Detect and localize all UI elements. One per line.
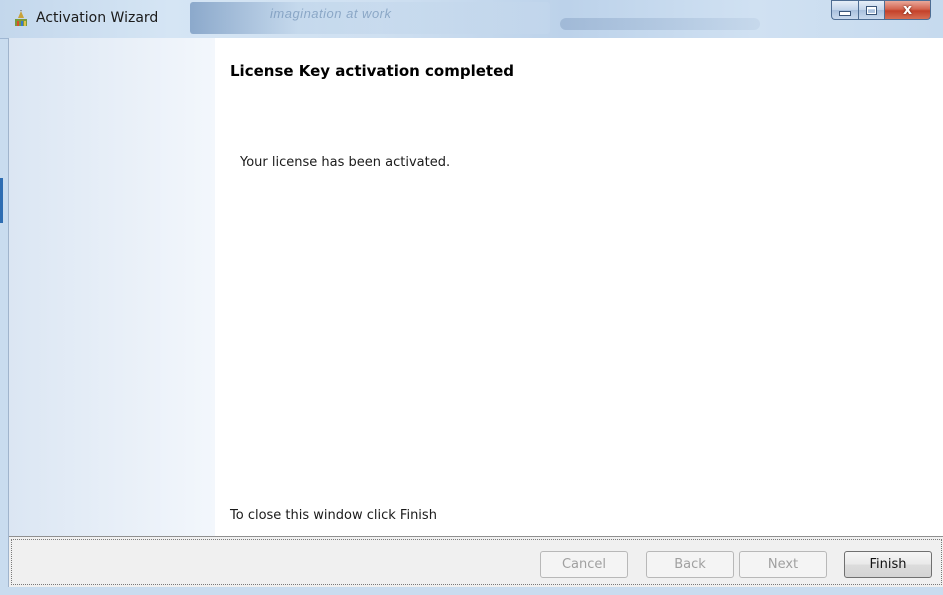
title-bar-background-graphic-2 (560, 18, 760, 30)
maximize-icon (866, 5, 877, 15)
minimize-icon (839, 10, 851, 16)
wizard-client-area: License Key activation completed Your li… (8, 38, 943, 587)
window-title: Activation Wizard (36, 10, 159, 26)
next-button[interactable]: Next (739, 551, 827, 578)
wizard-side-panel (9, 38, 215, 536)
close-button[interactable]: x (885, 0, 931, 20)
title-bar-background-text: imagination at work (270, 6, 392, 21)
wizard-button-bar: Cancel Back Next Finish (9, 536, 943, 587)
close-icon: x (902, 2, 913, 18)
page-title: License Key activation completed (230, 62, 515, 80)
activation-wizard-window: imagination at work Activation Wizard x … (0, 0, 943, 595)
minimize-button[interactable] (831, 0, 858, 20)
title-bar[interactable]: imagination at work Activation Wizard x (0, 0, 943, 39)
window-edge-accent (0, 178, 3, 223)
caption-buttons: x (831, 0, 931, 22)
finish-button[interactable]: Finish (844, 551, 932, 578)
activation-message: Your license has been activated. (240, 155, 451, 170)
maximize-button[interactable] (858, 0, 885, 20)
closing-instruction: To close this window click Finish (230, 508, 437, 523)
cancel-button[interactable]: Cancel (540, 551, 628, 578)
wizard-app-icon (15, 10, 27, 26)
back-button[interactable]: Back (646, 551, 734, 578)
